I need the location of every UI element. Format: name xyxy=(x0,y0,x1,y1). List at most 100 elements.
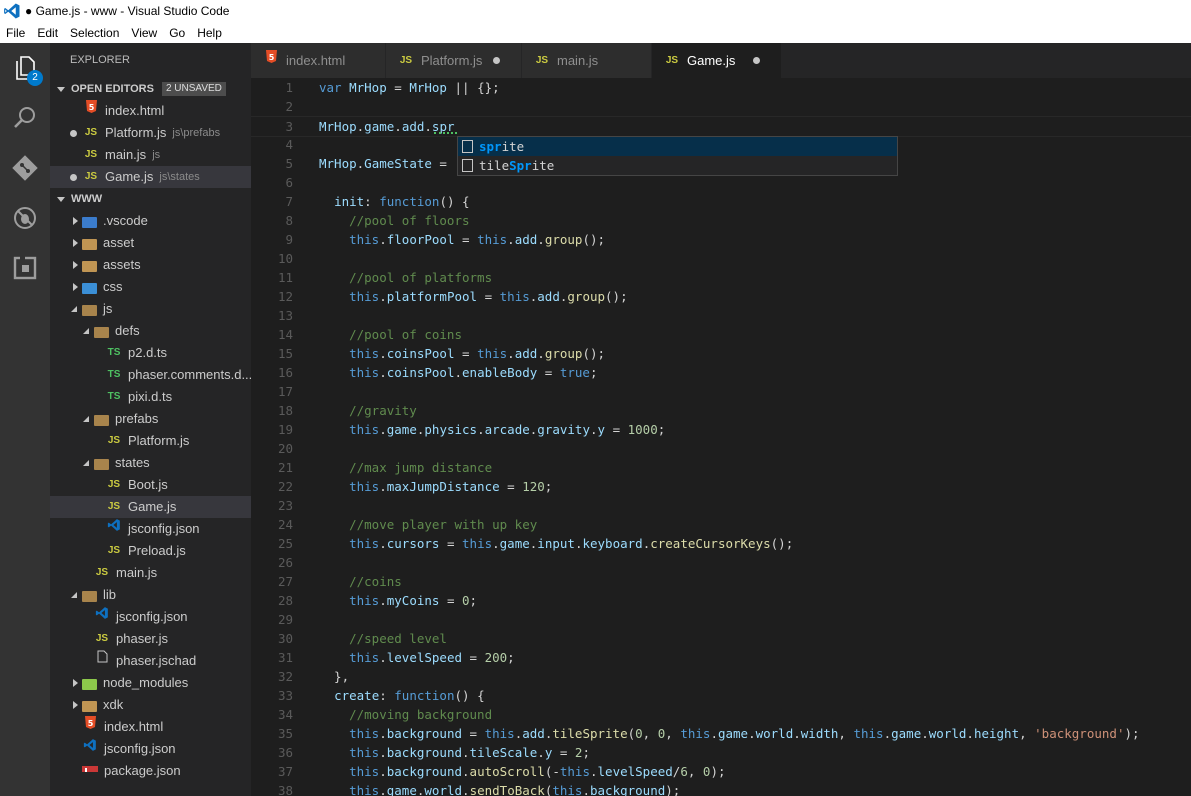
code-line: 7 init: function() { xyxy=(251,192,1191,211)
open-editor-item[interactable]: 5 index.html xyxy=(50,100,251,122)
line-code: var MrHop = MrHop || {}; xyxy=(319,78,500,97)
menu-file[interactable]: File xyxy=(0,26,31,40)
code-token: coinsPool xyxy=(386,365,455,380)
menu-selection[interactable]: Selection xyxy=(64,26,125,40)
code-token: . xyxy=(379,745,387,760)
code-token: var xyxy=(319,80,350,95)
code-token: ); xyxy=(710,764,726,779)
code-token: this xyxy=(559,764,590,779)
line-number: 28 xyxy=(277,593,293,608)
code-line: 32 }, xyxy=(251,667,1191,686)
code-editor[interactable]: 1 var MrHop = MrHop || {}; 2 3 MrHop.game.ad… xyxy=(251,78,1191,796)
unsaved-dot-icon[interactable] xyxy=(753,57,760,64)
code-token: , xyxy=(687,764,703,779)
code-token: , xyxy=(642,726,658,741)
code-token: levelSpeed xyxy=(386,650,463,665)
tree-folder[interactable]: node_modules xyxy=(50,672,251,694)
open-editors-header[interactable]: OPEN EDITORS 2 UNSAVED xyxy=(50,78,251,100)
tab-game-js[interactable]: JS Game.js xyxy=(652,43,782,78)
tree-folder[interactable]: states xyxy=(50,452,251,474)
tree-folder[interactable]: defs xyxy=(50,320,251,342)
code-token: ; xyxy=(469,593,478,608)
code-token: MrHop xyxy=(319,119,357,134)
menu-view[interactable]: View xyxy=(125,26,163,40)
explorer-icon[interactable]: 2 xyxy=(0,43,50,93)
code-line: 24 //move player with up key xyxy=(251,515,1191,534)
code-line: 35 this.background = this.add.tileSprite… xyxy=(251,724,1191,743)
code-token: ); xyxy=(1124,726,1140,741)
code-token: add xyxy=(514,346,538,361)
tab-label: Platform.js xyxy=(421,53,483,68)
suggest-item[interactable]: spr ite xyxy=(458,137,897,156)
tab-main-js[interactable]: JS main.js xyxy=(522,43,652,78)
unsaved-dot-icon[interactable] xyxy=(493,57,500,64)
tree-folder[interactable]: prefabs xyxy=(50,408,251,430)
code-token: = xyxy=(477,289,500,304)
line-code: this.game.world.sendToBack(this.backgrou… xyxy=(319,781,680,796)
code-token: 0 xyxy=(635,726,643,741)
code-token: //pool of platforms xyxy=(319,270,493,285)
code-token: . xyxy=(379,365,387,380)
tree-file[interactable]: JS Boot.js xyxy=(50,474,251,496)
debug-icon[interactable] xyxy=(0,193,50,243)
extensions-glyph xyxy=(13,256,37,280)
tree-folder[interactable]: lib xyxy=(50,584,251,606)
code-token: world xyxy=(424,783,463,796)
chevron-down-icon xyxy=(82,408,94,430)
git-icon[interactable] xyxy=(0,143,50,193)
tree-file[interactable]: TS phaser.comments.d... xyxy=(50,364,251,386)
line-code: this.myCoins = 0; xyxy=(319,591,477,610)
tree-file[interactable]: jsconfig.json xyxy=(50,606,251,628)
line-code: MrHop.GameState = xyxy=(319,154,454,173)
menu-go[interactable]: Go xyxy=(163,26,191,40)
workspace-header[interactable]: WWW xyxy=(50,188,251,210)
tree-folder[interactable]: xdk xyxy=(50,694,251,716)
open-editor-item[interactable]: JS Platform.js js\prefabs xyxy=(50,122,251,144)
extensions-icon[interactable] xyxy=(0,243,50,293)
suggest-item[interactable]: tile Spr ite xyxy=(458,156,897,175)
code-token: width xyxy=(800,726,839,741)
tree-file[interactable]: JS Platform.js xyxy=(50,430,251,452)
code-token: function xyxy=(379,194,440,209)
code-token: add xyxy=(401,119,425,134)
tree-item-label: xdk xyxy=(103,697,124,712)
open-editor-item[interactable]: JS Game.js js\states xyxy=(50,166,251,188)
tree-file[interactable]: jsconfig.json xyxy=(50,738,251,760)
tree-file[interactable]: TS pixi.d.ts xyxy=(50,386,251,408)
tree-file[interactable]: phaser.jschad xyxy=(50,650,251,672)
folder-icon xyxy=(82,700,97,712)
folder-open-icon xyxy=(94,326,109,338)
tab-index-html[interactable]: 5 index.html xyxy=(251,43,386,78)
tree-folder[interactable]: css xyxy=(50,276,251,298)
tab-platform-js[interactable]: JS Platform.js xyxy=(386,43,522,78)
tree-item-label: css xyxy=(103,279,123,294)
menu-help[interactable]: Help xyxy=(191,26,228,40)
tree-file[interactable]: JS main.js xyxy=(50,562,251,584)
js-file-icon: JS xyxy=(107,479,121,490)
tree-folder[interactable]: js xyxy=(50,298,251,320)
tree-folder[interactable]: asset xyxy=(50,232,251,254)
tree-file[interactable]: JS phaser.js xyxy=(50,628,251,650)
line-number: 26 xyxy=(277,555,293,570)
html5-file-icon: 5 xyxy=(83,100,99,122)
vscode-logo-icon xyxy=(4,3,20,19)
tree-file[interactable]: package.json xyxy=(50,760,251,782)
tree-folder[interactable]: .vscode xyxy=(50,210,251,232)
line-number: 25 xyxy=(277,536,293,551)
code-token: sendToBack xyxy=(469,783,545,796)
debug-glyph xyxy=(14,207,36,229)
code-token: this xyxy=(349,745,380,760)
unsaved-dot-icon xyxy=(70,130,77,137)
tree-file[interactable]: JS Game.js xyxy=(50,496,251,518)
code-token: = xyxy=(462,726,485,741)
tree-file[interactable]: jsconfig.json xyxy=(50,518,251,540)
menu-edit[interactable]: Edit xyxy=(31,26,64,40)
tree-file[interactable]: TS p2.d.ts xyxy=(50,342,251,364)
tree-folder[interactable]: assets xyxy=(50,254,251,276)
tree-file[interactable]: JS Preload.js xyxy=(50,540,251,562)
tree-item-label: js xyxy=(103,301,113,316)
tree-file[interactable]: 5 index.html xyxy=(50,716,251,738)
search-icon[interactable] xyxy=(0,93,50,143)
open-editor-item[interactable]: JS main.js js xyxy=(50,144,251,166)
